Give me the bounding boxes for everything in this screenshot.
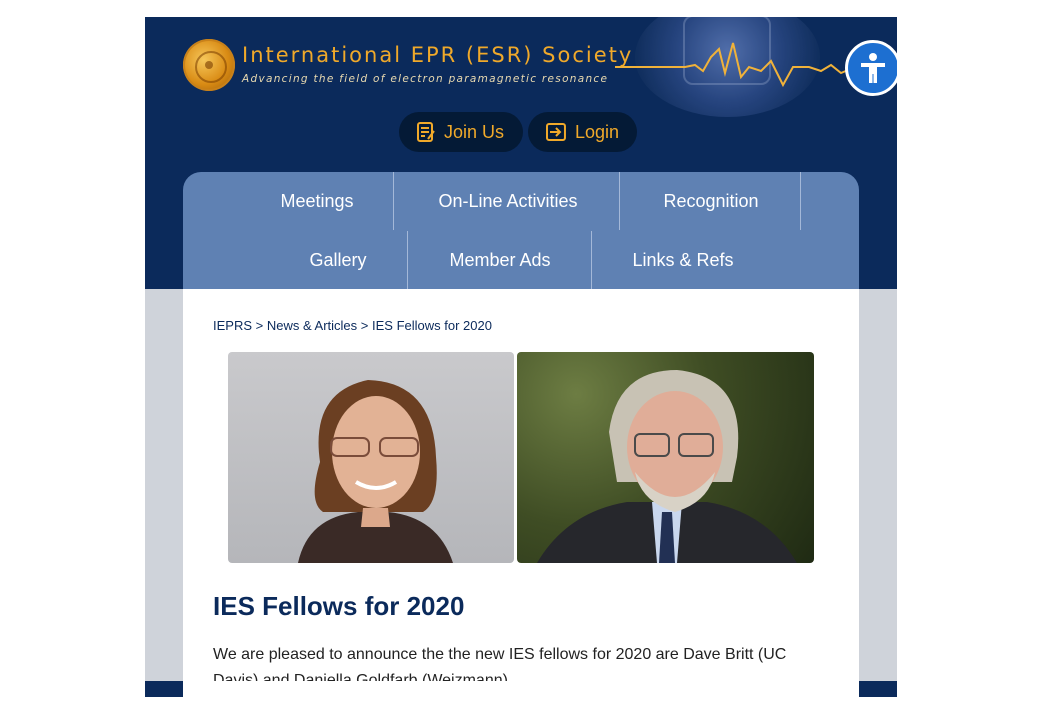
- page-frame: International EPR (ESR) Society Advancin…: [145, 17, 897, 697]
- nav-item-meetings[interactable]: Meetings: [255, 172, 379, 230]
- signup-form-icon: [417, 122, 435, 142]
- site-header: International EPR (ESR) Society Advancin…: [145, 17, 897, 289]
- main-content: IEPRS > News & Articles > IES Fellows fo…: [183, 289, 859, 689]
- article-title: IES Fellows for 2020: [213, 591, 465, 621]
- fellow-photo-dave-britt: [517, 352, 814, 563]
- content-column-extension: [183, 681, 859, 697]
- accessibility-button[interactable]: [845, 40, 897, 96]
- nav-item-online-activities[interactable]: On-Line Activities: [409, 172, 607, 230]
- epr-spectrum-graphic: [615, 42, 855, 88]
- nav-divider: [619, 172, 620, 230]
- accessibility-icon: [861, 53, 885, 83]
- nav-divider: [591, 231, 592, 289]
- fellow-photo-daniella-goldfarb: [228, 352, 514, 563]
- breadcrumb-home-link[interactable]: IEPRS: [213, 318, 252, 333]
- breadcrumb-separator: >: [360, 318, 373, 333]
- breadcrumb-separator: >: [255, 318, 267, 333]
- site-title[interactable]: International EPR (ESR) Society: [242, 43, 633, 67]
- nav-item-gallery[interactable]: Gallery: [288, 231, 388, 289]
- nav-divider: [800, 172, 801, 230]
- site-tagline: Advancing the field of electron paramagn…: [242, 73, 609, 85]
- nav-item-links-refs[interactable]: Links & Refs: [608, 231, 758, 289]
- join-us-label: Join Us: [444, 121, 505, 142]
- login-arrow-icon: [545, 123, 566, 141]
- nav-item-recognition[interactable]: Recognition: [635, 172, 787, 230]
- breadcrumb: IEPRS > News & Articles > IES Fellows fo…: [213, 318, 492, 333]
- nav-divider: [407, 231, 408, 289]
- login-button[interactable]: Login: [528, 112, 637, 152]
- society-logo[interactable]: [183, 39, 235, 91]
- breadcrumb-current: IES Fellows for 2020: [372, 318, 492, 333]
- breadcrumb-section-link[interactable]: News & Articles: [267, 318, 357, 333]
- nav-item-member-ads[interactable]: Member Ads: [425, 231, 575, 289]
- main-navigation: Meetings On-Line Activities Recognition …: [183, 172, 859, 289]
- nav-divider: [393, 172, 394, 230]
- join-us-button[interactable]: Join Us: [399, 112, 523, 152]
- login-label: Login: [574, 121, 619, 142]
